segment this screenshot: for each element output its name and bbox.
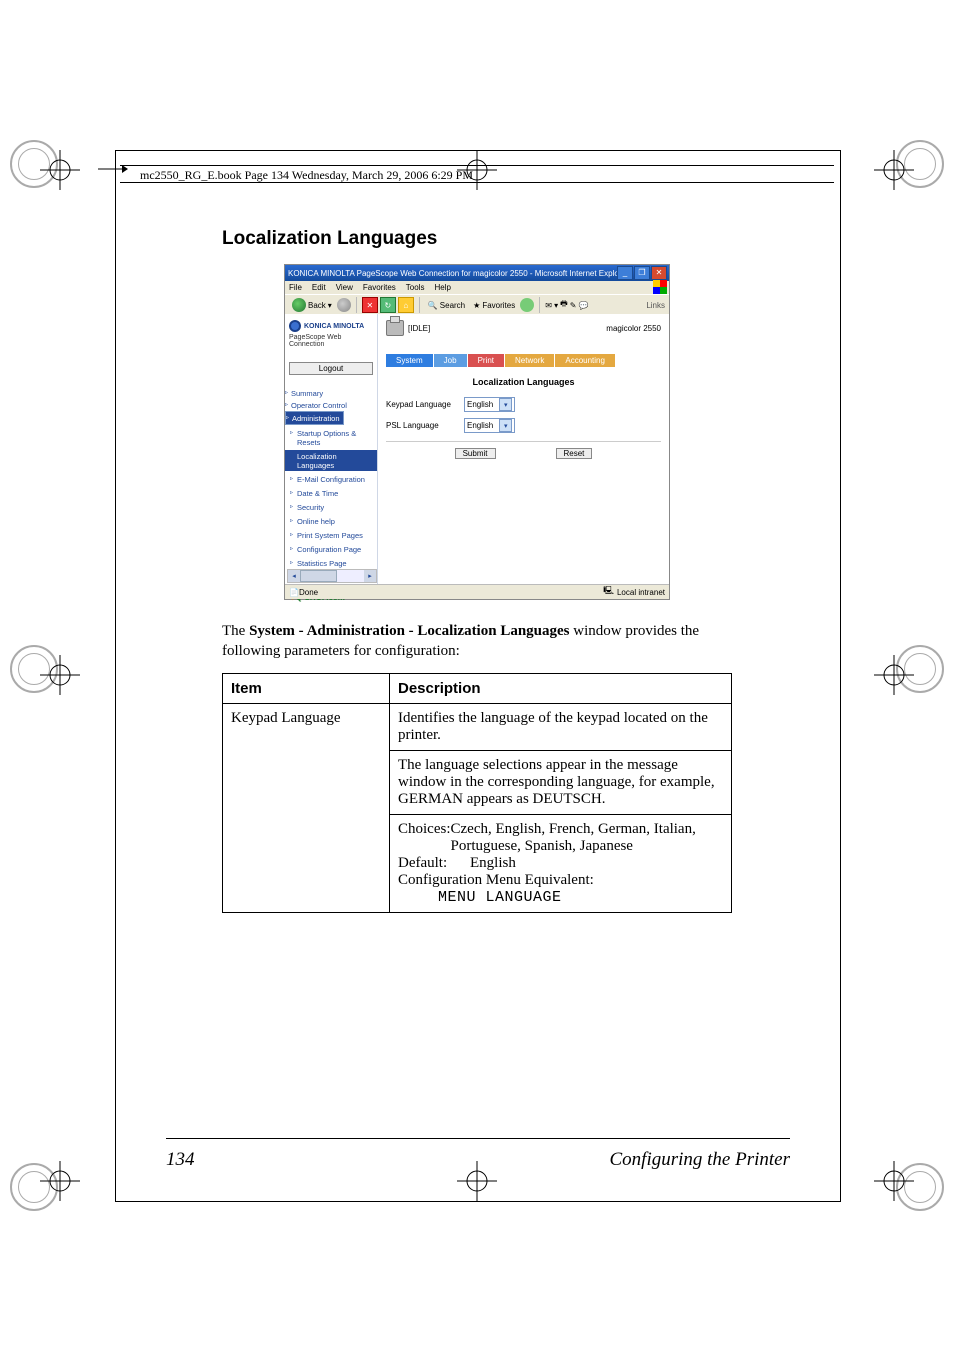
history-icon[interactable] xyxy=(520,298,534,312)
statusbar: 📄 Done 🖳Local intranet xyxy=(285,584,669,599)
sidebar-item-operator-control[interactable]: Operator Control xyxy=(285,399,377,411)
scroll-left-icon[interactable]: ◂ xyxy=(288,570,300,582)
tab-accounting[interactable]: Accounting xyxy=(555,354,616,367)
parameter-table: Item Description Keypad Language Identif… xyxy=(222,673,732,913)
menu-favorites[interactable]: Favorites xyxy=(363,283,396,292)
reset-button[interactable]: Reset xyxy=(556,448,593,459)
favorites-button[interactable]: ★Favorites xyxy=(470,300,518,311)
desc-3: Choices:Czech, English, French, German, … xyxy=(390,815,732,913)
col-item: Item xyxy=(223,674,390,704)
printer-icon xyxy=(386,320,404,336)
psl-language-label: PSL Language xyxy=(386,421,464,430)
registration-mark xyxy=(874,1161,914,1201)
status-done: Done xyxy=(299,588,318,597)
menu-tools[interactable]: Tools xyxy=(406,283,425,292)
sidebar-item-statistics-page[interactable]: Statistics Page xyxy=(285,557,377,569)
status-text: [IDLE] xyxy=(408,324,430,333)
window-title: KONICA MINOLTA PageScope Web Connection … xyxy=(288,269,629,278)
registration-mark xyxy=(874,655,914,695)
back-icon xyxy=(292,298,306,312)
sidebar-item-security[interactable]: Security xyxy=(285,501,377,513)
search-button[interactable]: 🔍Search xyxy=(425,300,468,311)
refresh-icon[interactable]: ↻ xyxy=(380,297,396,313)
keypad-language-label: Keypad Language xyxy=(386,400,464,409)
desc-1: Identifies the language of the keypad lo… xyxy=(390,704,732,751)
sidebar-item-online-help[interactable]: Online help xyxy=(285,515,377,527)
sidebar-item-startup-resets[interactable]: Startup Options & Resets xyxy=(285,427,377,448)
sidebar-item-date-time[interactable]: Date & Time xyxy=(285,487,377,499)
tab-system[interactable]: System xyxy=(386,354,434,367)
window-titlebar: KONICA MINOLTA PageScope Web Connection … xyxy=(285,265,669,281)
intro-paragraph: The System - Administration - Localizati… xyxy=(222,622,732,661)
tab-network[interactable]: Network xyxy=(505,354,555,367)
logo-icon xyxy=(289,320,301,332)
page-number: 134 xyxy=(166,1149,195,1171)
minimize-icon[interactable]: _ xyxy=(617,266,633,280)
tab-bar: System Job Print Network Accounting xyxy=(386,354,661,367)
tab-print[interactable]: Print xyxy=(468,354,505,367)
panel-title: Localization Languages xyxy=(386,377,661,387)
tab-job[interactable]: Job xyxy=(434,354,468,367)
embedded-screenshot: KONICA MINOLTA PageScope Web Connection … xyxy=(284,264,670,600)
footer-rule xyxy=(166,1138,790,1139)
section-title-footer: Configuring the Printer xyxy=(610,1149,791,1171)
sidebar-item-configuration-page[interactable]: Configuration Page xyxy=(285,543,377,555)
col-description: Description xyxy=(390,674,732,704)
menubar: File Edit View Favorites Tools Help xyxy=(285,281,669,294)
registration-mark xyxy=(874,150,914,190)
mail-icon[interactable]: ✉ ▾ xyxy=(545,301,558,310)
sidebar-scrollbar[interactable]: ◂ ▸ xyxy=(287,569,377,583)
sub-brand: PageScope Web Connection xyxy=(289,334,373,348)
print-icon[interactable]: 🖶 xyxy=(560,298,568,312)
sidebar-item-administration[interactable]: Administration xyxy=(285,411,344,425)
sidebar-item-email-config[interactable]: E-Mail Configuration xyxy=(285,473,377,485)
home-icon[interactable]: ⌂ xyxy=(398,297,414,313)
windows-logo-icon xyxy=(653,280,667,294)
submit-button[interactable]: Submit xyxy=(455,448,496,459)
model-label: magicolor 2550 xyxy=(606,324,661,333)
sidebar-nav: Summary Operator Control Administration … xyxy=(285,387,377,583)
menu-file[interactable]: File xyxy=(289,283,302,292)
forward-icon[interactable] xyxy=(337,298,351,312)
chevron-down-icon: ▾ xyxy=(499,398,512,411)
logout-button[interactable]: Logout xyxy=(289,362,373,375)
discuss-icon[interactable]: 💬 xyxy=(578,301,588,310)
runhead-text: mc2550_RG_E.book Page 134 Wednesday, Mar… xyxy=(140,168,473,182)
menu-help[interactable]: Help xyxy=(434,283,450,292)
section-heading: Localization Languages xyxy=(222,228,732,250)
sidebar-item-summary[interactable]: Summary xyxy=(285,387,377,399)
maximize-icon[interactable]: ❐ xyxy=(634,266,650,280)
zone-icon: 🖳 xyxy=(603,585,614,599)
toolbar: Back ▾ ✕ ↻ ⌂ 🔍Search ★Favorites ✉ ▾ 🖶 ✎ … xyxy=(285,294,669,316)
stop-icon[interactable]: ✕ xyxy=(362,297,378,313)
item-keypad-language: Keypad Language xyxy=(223,704,390,913)
brand-logo: KONICA MINOLTA xyxy=(289,320,373,332)
menu-edit[interactable]: Edit xyxy=(312,283,326,292)
sidebar-item-localization-languages[interactable]: Localization Languages xyxy=(285,450,377,471)
registration-mark xyxy=(40,655,80,695)
zone-label: Local intranet xyxy=(617,588,665,597)
links-label[interactable]: Links xyxy=(646,301,665,310)
back-button[interactable]: Back ▾ xyxy=(289,297,335,313)
keypad-language-select[interactable]: English▾ xyxy=(464,397,515,412)
close-icon[interactable]: ✕ xyxy=(651,266,667,280)
desc-2: The language selections appear in the me… xyxy=(390,751,732,815)
edit-icon[interactable]: ✎ xyxy=(570,301,577,310)
sidebar-item-print-system-pages[interactable]: Print System Pages xyxy=(285,529,377,541)
chevron-down-icon: ▾ xyxy=(499,419,512,432)
registration-mark xyxy=(40,1161,80,1201)
status-done-icon: 📄 xyxy=(289,588,299,597)
registration-mark xyxy=(40,150,80,190)
running-header: mc2550_RG_E.book Page 134 Wednesday, Mar… xyxy=(140,168,814,188)
divider xyxy=(386,441,661,442)
psl-language-select[interactable]: English▾ xyxy=(464,418,515,433)
menu-view[interactable]: View xyxy=(336,283,353,292)
scroll-right-icon[interactable]: ▸ xyxy=(364,570,376,582)
